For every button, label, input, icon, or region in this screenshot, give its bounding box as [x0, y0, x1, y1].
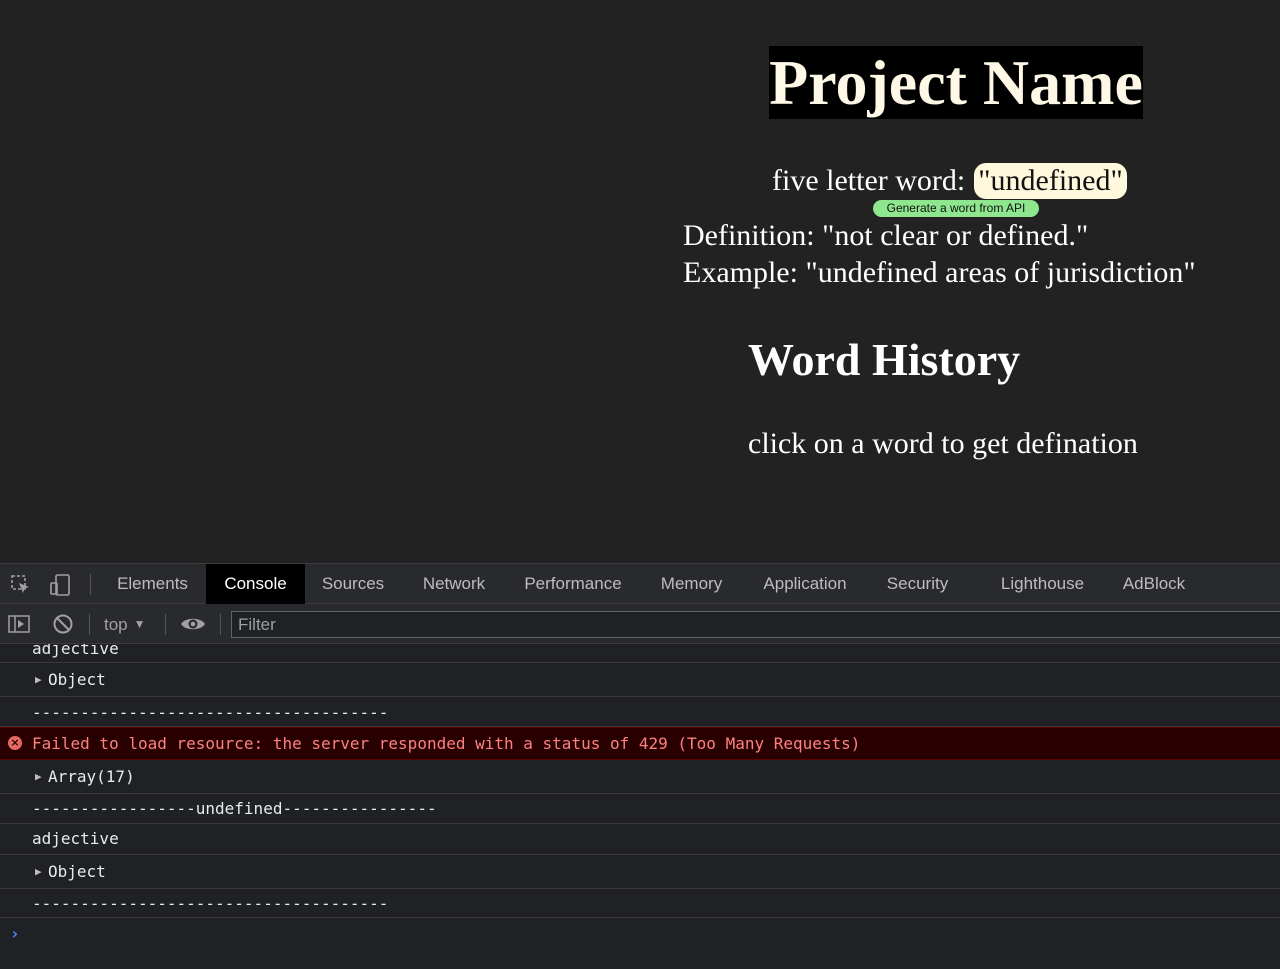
expand-triangle-icon[interactable]: ▶: [35, 865, 42, 878]
console-log-row: -------------------------------------: [0, 889, 1280, 918]
console-object-row[interactable]: ▶ Object: [0, 663, 1280, 697]
console-log-text: adjective: [32, 644, 119, 658]
console-object-text[interactable]: Array(17): [48, 767, 135, 786]
tab-application[interactable]: Application: [749, 564, 861, 604]
console-log-text: -----------------undefined--------------…: [32, 799, 437, 818]
console-output: adjective ▶ Object ---------------------…: [0, 644, 1280, 969]
word-value: "undefined": [974, 163, 1127, 199]
toolbar-separator: [90, 574, 91, 595]
tab-security[interactable]: Security: [875, 564, 960, 604]
sidebar-toggle-icon[interactable]: [8, 613, 30, 635]
console-error-text: Failed to load resource: the server resp…: [32, 734, 861, 753]
tab-sources[interactable]: Sources: [310, 564, 396, 604]
expand-triangle-icon[interactable]: ▶: [35, 673, 42, 686]
console-object-text[interactable]: Object: [48, 862, 106, 881]
devtools-panel: Elements Console Sources Network Perform…: [0, 563, 1280, 969]
console-log-text: -------------------------------------: [32, 703, 389, 722]
word-line: five letter word: "undefined": [772, 163, 1127, 199]
tab-lighthouse[interactable]: Lighthouse: [987, 564, 1098, 604]
page-title: Project Name: [769, 46, 1143, 119]
definition-text: Definition: "not clear or defined.": [683, 219, 1089, 252]
context-select[interactable]: top ▼: [104, 604, 146, 644]
toolbar-separator: [220, 614, 221, 635]
clear-console-icon[interactable]: [52, 613, 74, 635]
page-viewport: Project Name five letter word: "undefine…: [0, 0, 1280, 563]
inspect-icon[interactable]: [10, 574, 32, 596]
device-toggle-icon[interactable]: [49, 574, 71, 596]
console-log-row: adjective: [0, 644, 1280, 663]
console-log-text: -------------------------------------: [32, 894, 389, 913]
console-log-text: adjective: [32, 829, 119, 848]
word-history-heading: Word History: [748, 334, 1021, 385]
toolbar-separator: [165, 614, 166, 635]
generate-word-button[interactable]: Generate a word from API: [873, 200, 1039, 217]
example-text: Example: "undefined areas of jurisdictio…: [683, 256, 1196, 289]
console-log-row: -----------------undefined--------------…: [0, 794, 1280, 824]
word-label: five letter word:: [772, 164, 966, 197]
tab-console[interactable]: Console: [206, 564, 305, 604]
tab-performance[interactable]: Performance: [512, 564, 634, 604]
console-error-row: × Failed to load resource: the server re…: [0, 727, 1280, 760]
error-icon: ×: [8, 736, 22, 750]
tab-memory[interactable]: Memory: [646, 564, 737, 604]
chevron-down-icon: ▼: [133, 617, 146, 631]
tab-network[interactable]: Network: [408, 564, 500, 604]
expand-triangle-icon[interactable]: ▶: [35, 770, 42, 783]
word-history-hint: click on a word to get defination: [748, 427, 1138, 460]
tab-adblock[interactable]: AdBlock: [1110, 564, 1198, 604]
tab-elements[interactable]: Elements: [103, 564, 202, 604]
console-object-row[interactable]: ▶ Object: [0, 855, 1280, 889]
context-select-value: top: [104, 615, 128, 634]
devtools-tabbar: Elements Console Sources Network Perform…: [0, 563, 1280, 604]
eye-icon[interactable]: [180, 613, 206, 635]
console-object-text[interactable]: Object: [48, 670, 106, 689]
console-log-row: adjective: [0, 824, 1280, 855]
console-toolbar: top ▼: [0, 604, 1280, 644]
console-log-row: -------------------------------------: [0, 697, 1280, 727]
console-filter-input[interactable]: [231, 611, 1280, 638]
console-object-row[interactable]: ▶ Array(17): [0, 760, 1280, 794]
toolbar-separator: [89, 614, 90, 635]
prompt-chevron-icon[interactable]: ›: [10, 924, 20, 943]
